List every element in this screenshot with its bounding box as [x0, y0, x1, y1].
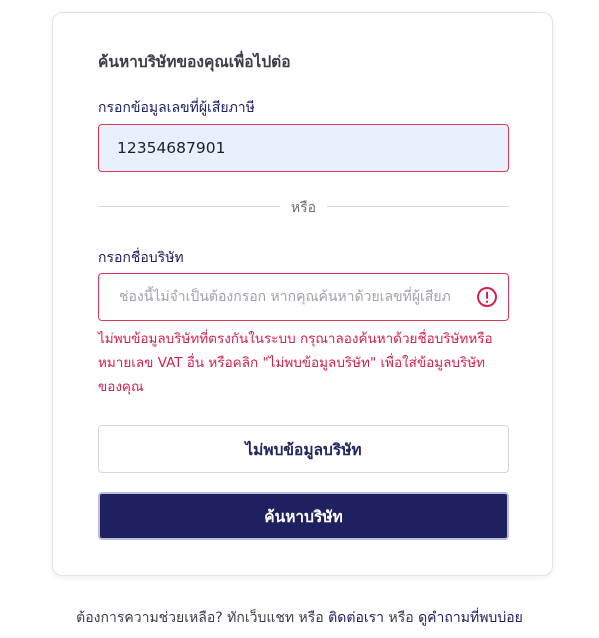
company-name-input[interactable]: ช่องนี้ไม่จำเป็นต้องกรอก หากคุณค้นหาด้วย…: [98, 273, 509, 321]
company-name-placeholder: ช่องนี้ไม่จำเป็นต้องกรอก หากคุณค้นหาด้วย…: [119, 289, 451, 305]
alert-circle-icon: [477, 287, 497, 307]
contact-us-link[interactable]: ติดต่อเรา: [328, 610, 384, 626]
faq-link[interactable]: ดูคำถามที่พบบ่อย: [418, 610, 523, 626]
tax-id-value: 12354687901: [117, 139, 226, 157]
card-title: ค้นหาบริษัทของคุณเพื่อไปต่อ: [98, 53, 291, 71]
footer-help-text: ต้องการความช่วยเหลือ? ทักเว็บแชท หรือ: [76, 610, 329, 626]
tax-id-input[interactable]: 12354687901: [98, 124, 509, 172]
footer-or-text: หรือ: [384, 610, 419, 626]
or-divider: หรือ: [98, 195, 509, 217]
divider-line-right: [327, 206, 509, 207]
company-not-found-button[interactable]: ไม่พบข้อมูลบริษัท: [98, 425, 509, 473]
divider-text: หรือ: [290, 200, 317, 216]
company-name-label: กรอกชื่อบริษัท: [98, 250, 184, 266]
company-search-card: ค้นหาบริษัทของคุณเพื่อไปต่อ กรอกข้อมูลเล…: [52, 12, 553, 576]
company-error-message: ไม่พบข้อมูลบริษัทที่ตรงกันในระบบ กรุณาลอ…: [98, 331, 493, 395]
tax-id-label: กรอกข้อมูลเลขที่ผู้เสียภาษี: [98, 100, 255, 116]
help-footer: ต้องการความช่วยเหลือ? ทักเว็บแชท หรือ ติ…: [0, 607, 599, 629]
search-company-button[interactable]: ค้นหาบริษัท: [98, 492, 509, 540]
